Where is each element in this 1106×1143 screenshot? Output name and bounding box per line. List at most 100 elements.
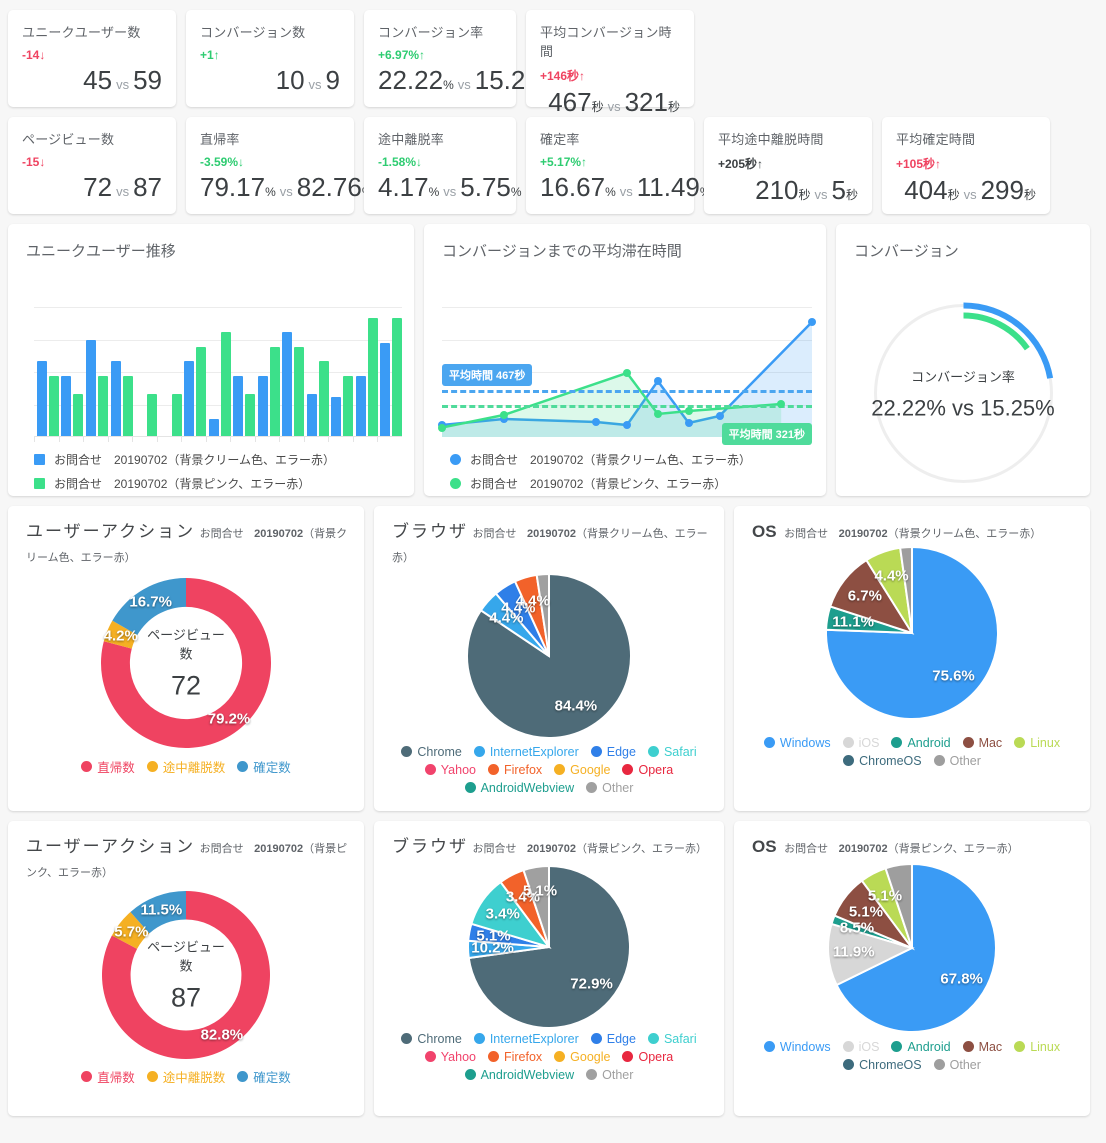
bar[interactable]: [220, 332, 231, 437]
legend-item[interactable]: 途中離脱数: [146, 757, 225, 776]
bar[interactable]: [294, 346, 305, 437]
os-pie-cream[interactable]: 75.6% 11.1% 6.7% 4.4%: [734, 545, 1090, 730]
pie-canvas[interactable]: 84.4% 4.4% 4.4% 4.4%: [465, 572, 633, 740]
bar[interactable]: [122, 375, 133, 437]
kpi-card[interactable]: 確定率 +5.17%↑ 16.67%vs11.49%: [526, 117, 711, 214]
data-point[interactable]: [623, 369, 631, 377]
legend-item[interactable]: 確定数: [237, 757, 291, 776]
bar-group[interactable]: [86, 339, 108, 437]
pie-canvas[interactable]: 75.6% 11.1% 6.7% 4.4%: [824, 545, 1000, 721]
legend-item[interactable]: InternetExplorer: [473, 1032, 579, 1046]
legend-item-pink[interactable]: お問合せ 20190702（背景ピンク、エラー赤）: [34, 475, 414, 492]
legend-item[interactable]: Linux: [1014, 1040, 1060, 1054]
bar-group[interactable]: [208, 332, 231, 437]
data-point[interactable]: [684, 407, 693, 415]
bar-group[interactable]: [61, 375, 84, 437]
bar-group[interactable]: [135, 393, 158, 437]
legend-item-cream[interactable]: お問合せ 20190702（背景クリーム色、エラー赤）: [450, 451, 826, 468]
bar[interactable]: [331, 397, 342, 437]
bar[interactable]: [208, 418, 219, 437]
legend-item[interactable]: Mac: [962, 736, 1002, 750]
bar[interactable]: [392, 317, 403, 437]
data-point[interactable]: [623, 421, 631, 429]
bar[interactable]: [318, 361, 329, 437]
kpi-card[interactable]: コンバージョン数 +1↑ 10 vs 9: [186, 10, 354, 107]
bar[interactable]: [73, 393, 84, 437]
legend-item[interactable]: Windows: [763, 1040, 831, 1054]
kpi-card[interactable]: 平均コンバージョン時間 +146秒↑ 467秒 vs 321秒: [526, 10, 694, 116]
bar[interactable]: [61, 375, 72, 437]
kpi-card[interactable]: 平均途中離脱時間 +205秒↑ 210秒 vs 5秒: [704, 117, 872, 214]
bar[interactable]: [86, 339, 96, 437]
legend-item[interactable]: 途中離脱数: [146, 1067, 225, 1086]
kpi-card[interactable]: ページビュー数 -15↓ 72 vs 87: [8, 117, 176, 214]
bar[interactable]: [269, 346, 280, 437]
legend-item[interactable]: iOS: [842, 736, 879, 750]
legend-item[interactable]: Other: [933, 1058, 981, 1072]
legend-item[interactable]: Yahoo: [424, 763, 476, 777]
bar[interactable]: [36, 361, 47, 437]
os-pie-pink[interactable]: 67.8% 11.9% 8.5% 5.1% 5.1%: [734, 860, 1090, 1040]
bar[interactable]: [343, 375, 354, 437]
bar-group[interactable]: [160, 393, 182, 437]
bar-group[interactable]: [355, 317, 378, 437]
legend-item[interactable]: Google: [554, 1050, 610, 1064]
legend-item[interactable]: Other: [586, 1068, 633, 1082]
bar[interactable]: [196, 346, 207, 437]
bar[interactable]: [48, 375, 59, 437]
bar-group[interactable]: [233, 375, 256, 437]
unique-user-trend-bar-chart[interactable]: [34, 307, 403, 442]
bar[interactable]: [257, 375, 268, 437]
data-point[interactable]: [438, 423, 446, 432]
pie-canvas[interactable]: ページビュー数 72 79.2% 4.2% 16.7%: [100, 577, 271, 748]
kpi-card[interactable]: 途中離脱率 -1.58%↓ 4.17% vs 5.75%: [364, 117, 522, 214]
legend-item[interactable]: Google: [554, 763, 610, 777]
legend-item[interactable]: Yahoo: [424, 1050, 476, 1064]
bar-group[interactable]: [380, 317, 403, 437]
bar[interactable]: [380, 343, 391, 437]
legend-item[interactable]: Firefox: [487, 763, 542, 777]
bar[interactable]: [245, 393, 256, 437]
pie-canvas[interactable]: 72.9% 10.2% 5.1% 3.4% 3.4% 5.1%: [466, 864, 632, 1030]
legend-item-cream[interactable]: お問合せ 20190702（背景クリーム色、エラー赤）: [34, 451, 414, 468]
bar[interactable]: [98, 375, 108, 437]
legend-item[interactable]: Opera: [622, 763, 673, 777]
legend-item[interactable]: Android: [891, 1040, 951, 1054]
legend-item[interactable]: AndroidWebview: [464, 781, 574, 795]
kpi-card[interactable]: 直帰率 -3.59%↓ 79.17%vs82.76%: [186, 117, 373, 214]
data-point[interactable]: [653, 410, 662, 418]
pie-canvas[interactable]: ページビュー数 87 82.8% 5.7% 11.5%: [101, 890, 270, 1059]
legend-item[interactable]: Other: [933, 754, 981, 768]
bar-group[interactable]: [306, 361, 329, 437]
avg-time-to-conversion-line-chart[interactable]: 平均時間 467秒 平均時間 321秒: [438, 307, 816, 445]
bar[interactable]: [282, 332, 293, 437]
data-point[interactable]: [653, 377, 662, 385]
legend-item[interactable]: Firefox: [487, 1050, 542, 1064]
bar-group[interactable]: [331, 375, 354, 437]
data-point[interactable]: [808, 318, 816, 326]
legend-item[interactable]: AndroidWebview: [464, 1068, 574, 1082]
data-point[interactable]: [499, 411, 508, 419]
pie-canvas[interactable]: 67.8% 11.9% 8.5% 5.1% 5.1%: [826, 862, 998, 1034]
conversion-gauge[interactable]: コンバージョン率 22.22% vs 15.25%: [861, 291, 1066, 496]
bar[interactable]: [171, 393, 182, 437]
legend-item[interactable]: 確定数: [237, 1067, 291, 1086]
legend-item[interactable]: Safari: [647, 1032, 697, 1046]
bar[interactable]: [306, 393, 317, 437]
bar[interactable]: [233, 375, 244, 437]
data-point[interactable]: [715, 412, 724, 420]
legend-item[interactable]: Edge: [590, 1032, 636, 1046]
legend-item[interactable]: InternetExplorer: [473, 745, 579, 759]
legend-item[interactable]: 直帰数: [81, 1067, 135, 1086]
bar-group[interactable]: [257, 346, 280, 437]
bar-group[interactable]: [184, 346, 207, 437]
legend-item-pink[interactable]: お問合せ 20190702（背景ピンク、エラー赤）: [450, 475, 826, 492]
browser-pie-pink[interactable]: 72.9% 10.2% 5.1% 3.4% 3.4% 5.1%: [374, 862, 724, 1032]
browser-pie-cream[interactable]: 84.4% 4.4% 4.4% 4.4%: [374, 570, 724, 745]
legend-item[interactable]: Linux: [1014, 736, 1060, 750]
bar[interactable]: [147, 393, 158, 437]
legend-item[interactable]: Mac: [962, 1040, 1002, 1054]
legend-item[interactable]: Other: [586, 781, 633, 795]
legend-item[interactable]: Opera: [622, 1050, 673, 1064]
bar-group[interactable]: [110, 361, 133, 437]
